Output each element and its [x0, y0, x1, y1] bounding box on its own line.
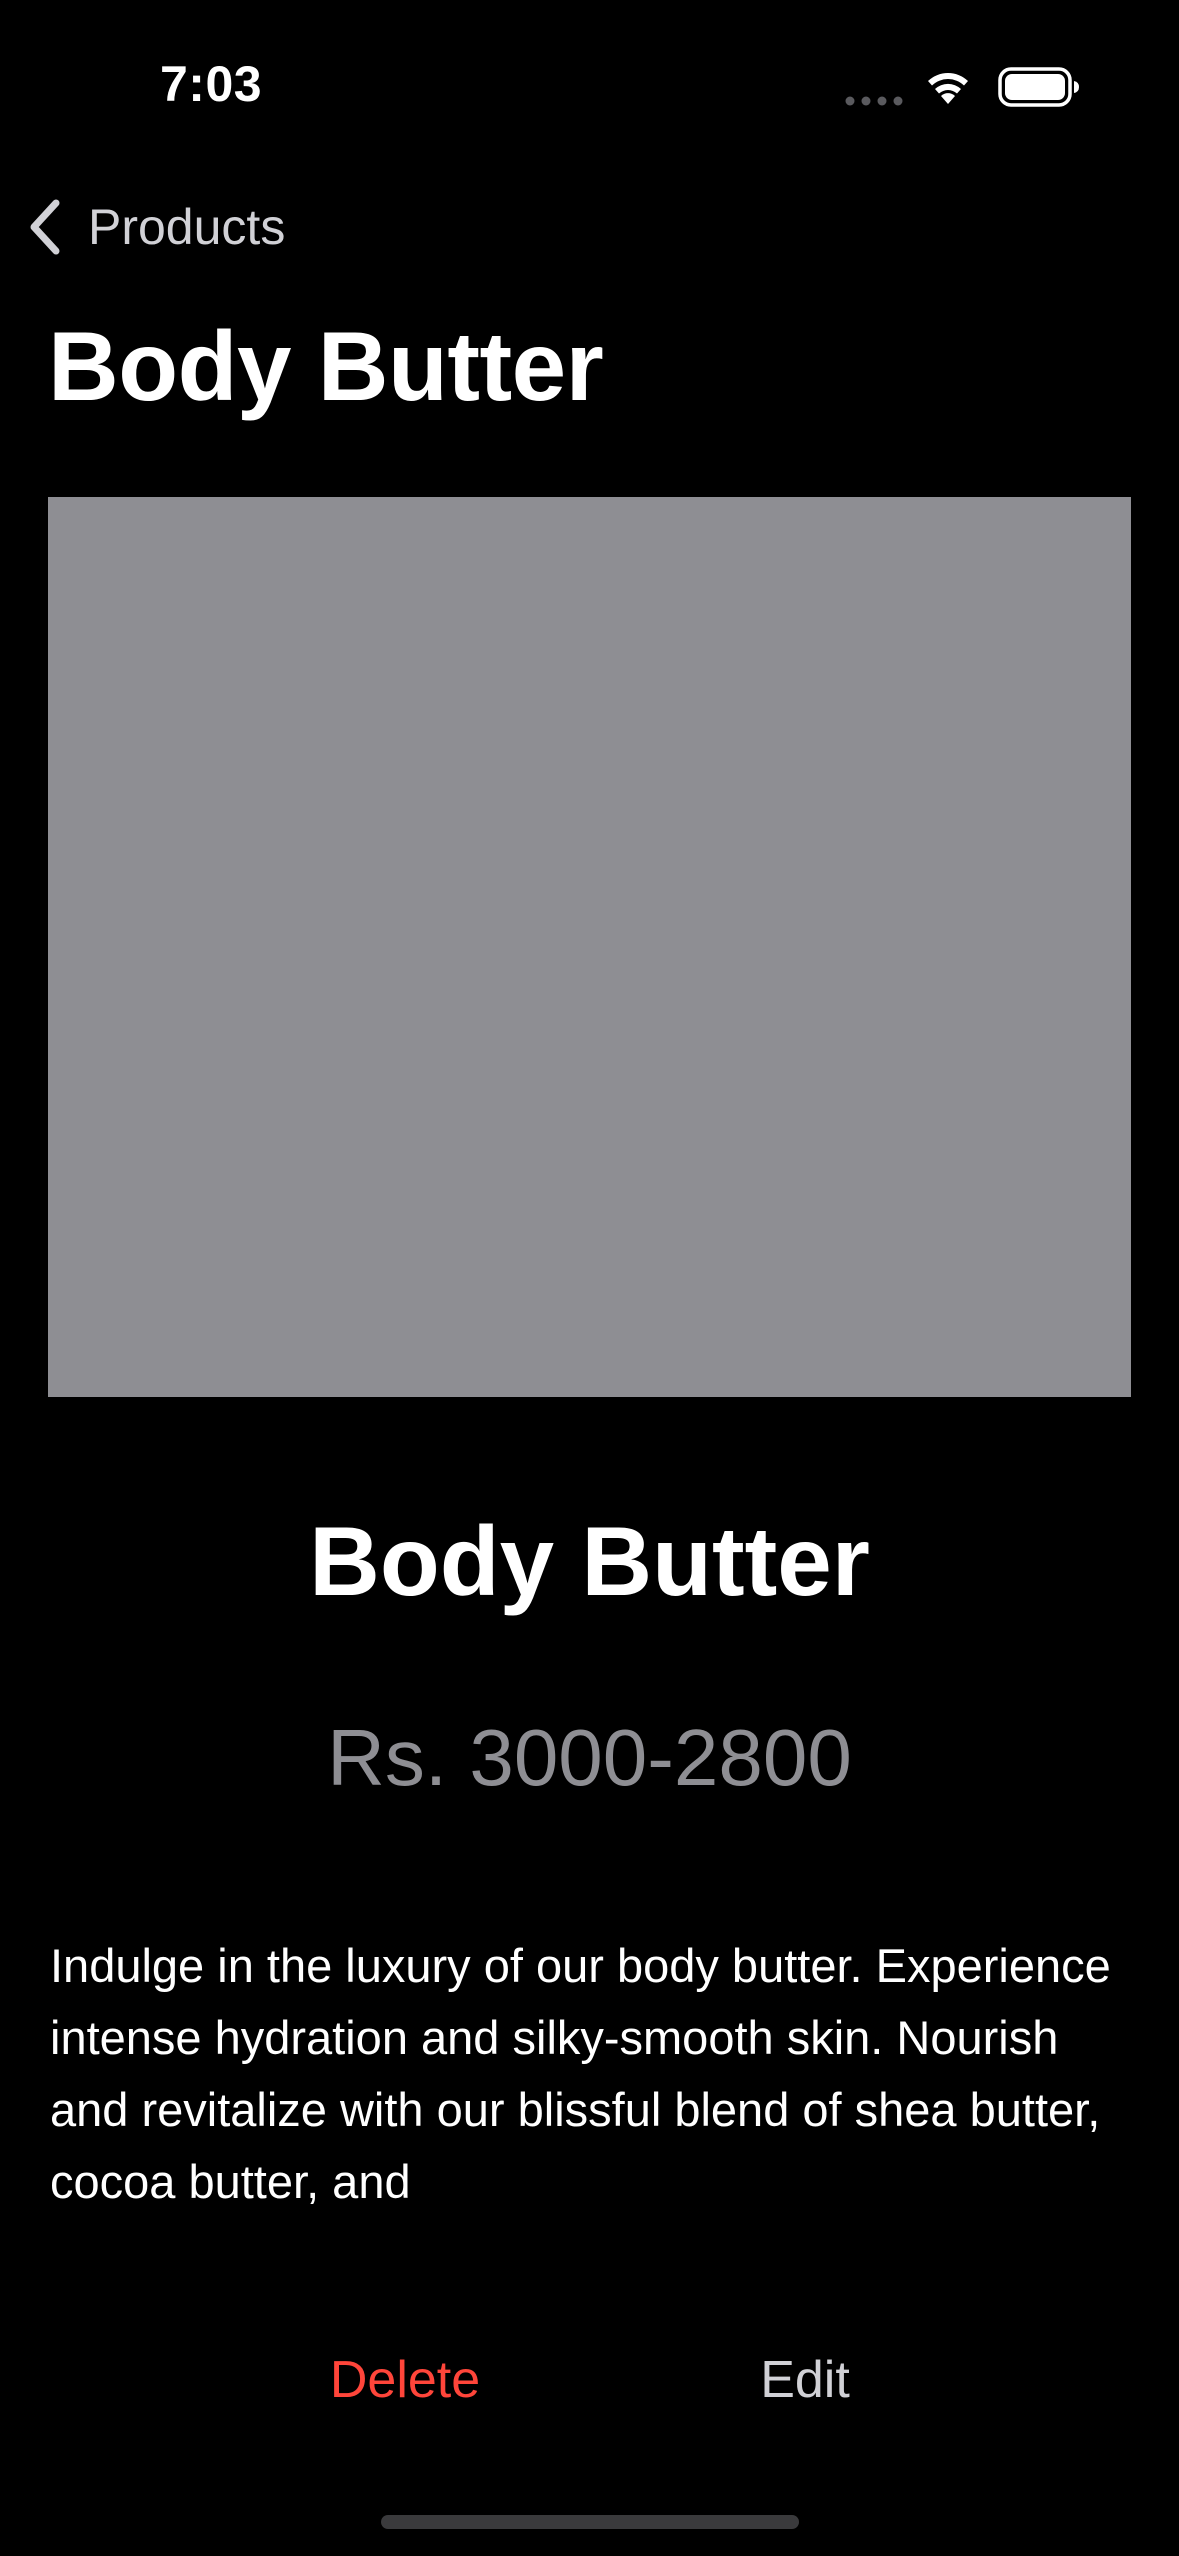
page-title: Body Butter — [48, 311, 604, 421]
home-indicator[interactable] — [381, 2515, 799, 2529]
product-price: Rs. 3000-2800 — [327, 1713, 852, 1802]
product-image-placeholder — [48, 497, 1131, 1397]
product-name: Body Butter — [309, 1506, 870, 1616]
battery-icon — [998, 67, 1079, 107]
wifi-icon — [928, 73, 968, 104]
product-description: Indulge in the luxury of our body butter… — [50, 1939, 1111, 2208]
status-time: 7:03 — [160, 56, 263, 112]
delete-button[interactable]: Delete — [290, 2310, 520, 2450]
back-button[interactable]: Products — [26, 190, 285, 264]
action-bar: Delete Edit — [0, 2310, 1179, 2450]
edit-button[interactable]: Edit — [700, 2310, 910, 2450]
product-description-container[interactable]: Indulge in the luxury of our body butter… — [50, 1930, 1140, 2244]
chevron-left-icon — [30, 199, 60, 255]
status-bar: 7:03 — [0, 0, 1179, 150]
back-button-label: Products — [88, 199, 286, 255]
signal-dots-icon — [845, 96, 903, 106]
